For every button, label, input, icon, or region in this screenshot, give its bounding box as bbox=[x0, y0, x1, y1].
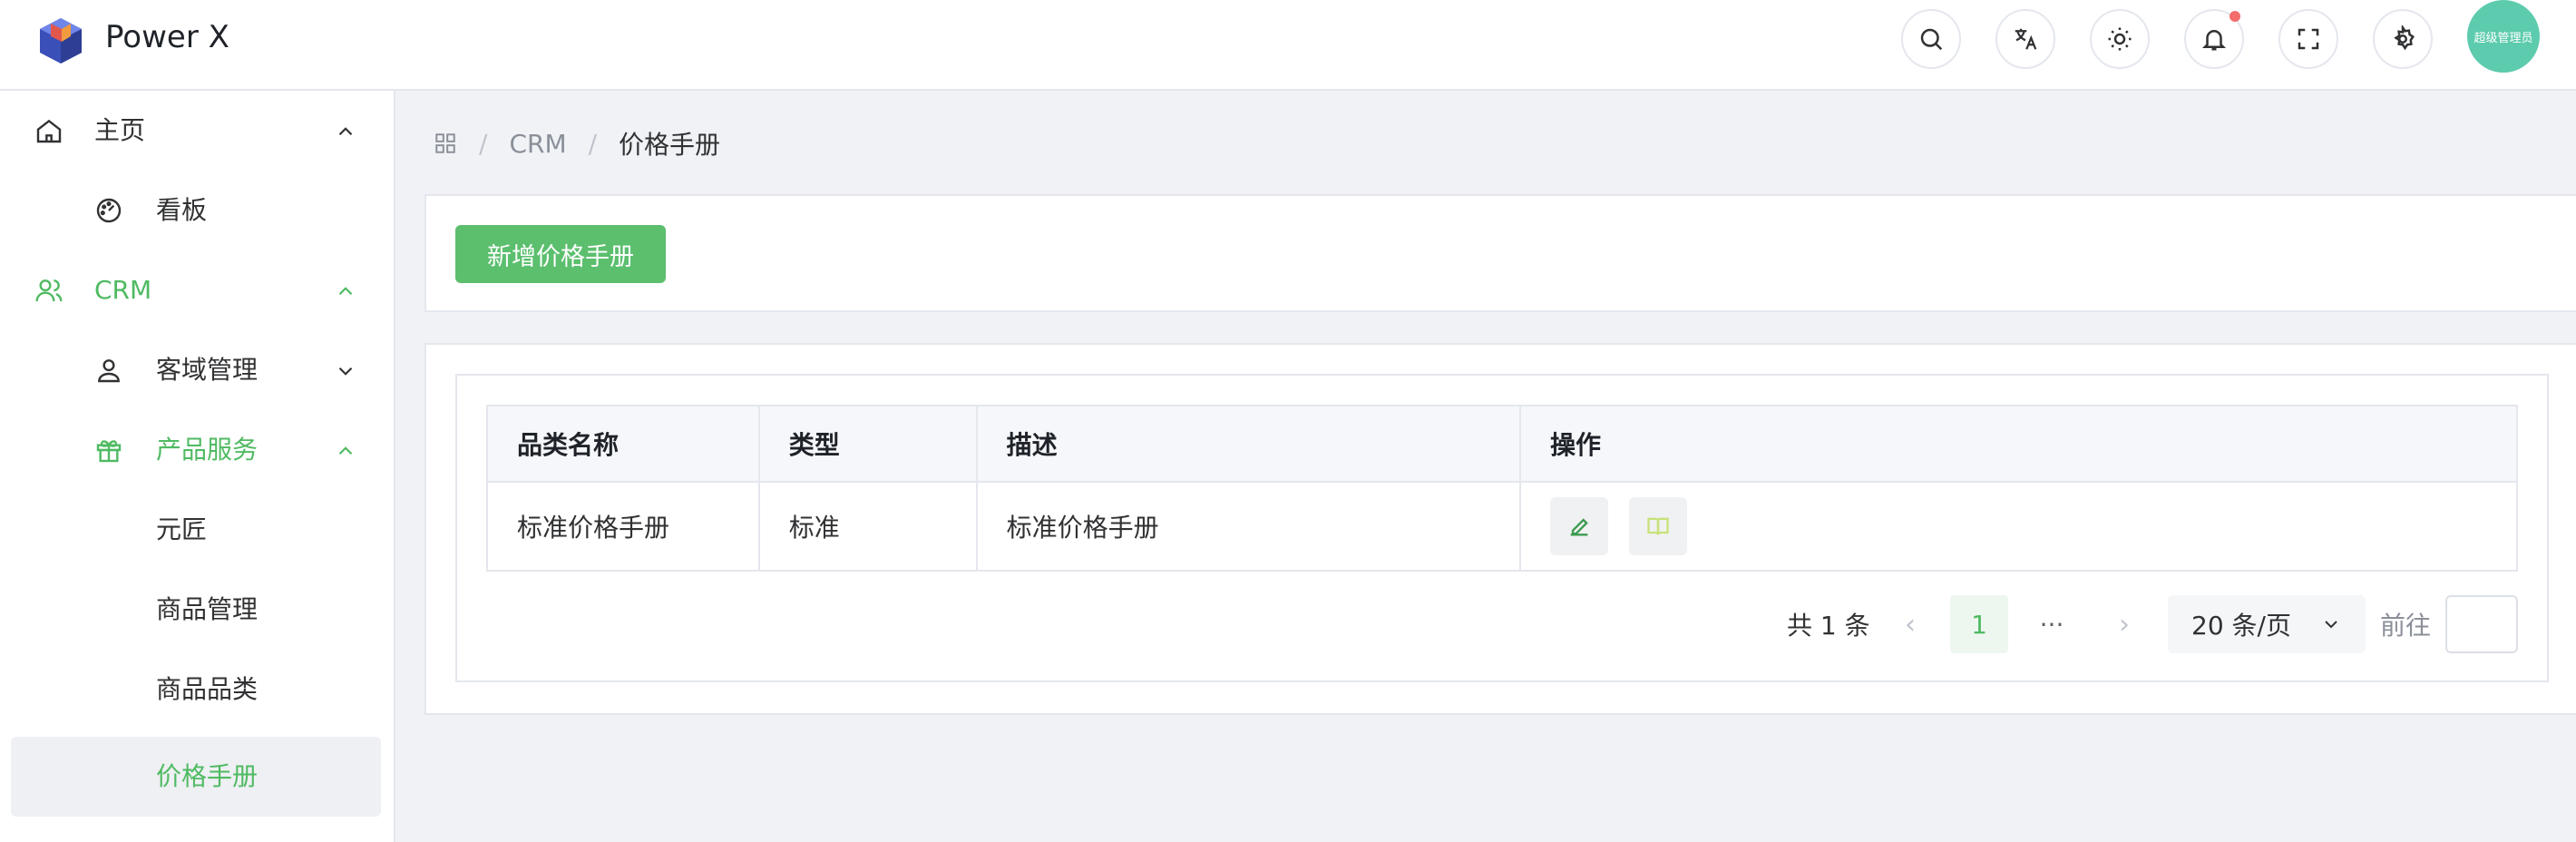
goto-page-input[interactable] bbox=[2445, 595, 2518, 653]
sidebar-item-product-category[interactable]: 商品品类 bbox=[0, 650, 395, 729]
breadcrumb-separator: / bbox=[588, 128, 598, 159]
pagination-total: 共 1 条 bbox=[1787, 611, 1870, 641]
page-size-select[interactable]: 20 条/页 bbox=[2168, 595, 2366, 653]
cell-type: 标准 bbox=[757, 481, 978, 572]
language-button[interactable] bbox=[1995, 9, 2055, 69]
chevron-down-icon bbox=[338, 367, 353, 376]
top-header: Power X 超级管理员 bbox=[0, 0, 2576, 91]
users-icon bbox=[35, 279, 63, 302]
page-number-current[interactable]: 1 bbox=[1950, 595, 2008, 653]
sidebar-item-label: 元匠 bbox=[156, 514, 208, 544]
view-book-button[interactable] bbox=[1628, 497, 1687, 555]
settings-icon bbox=[2394, 25, 2415, 51]
fullscreen-icon bbox=[2298, 28, 2319, 50]
book-icon bbox=[1647, 517, 1669, 535]
add-price-book-button[interactable]: 新增价格手册 bbox=[455, 225, 666, 283]
sidebar-item-label: 客域管理 bbox=[156, 355, 259, 385]
toolbar-card bbox=[424, 194, 2576, 312]
chevron-down-icon bbox=[2325, 621, 2337, 629]
notifications-button[interactable] bbox=[2184, 9, 2244, 69]
breadcrumb-crm[interactable]: CRM bbox=[509, 129, 566, 159]
chevron-up-icon bbox=[338, 446, 353, 455]
sidebar-item-label: 主页 bbox=[94, 115, 146, 145]
cell-actions bbox=[1519, 481, 2518, 572]
sidebar-item-label: CRM bbox=[94, 275, 152, 305]
sidebar-item-label: 看板 bbox=[156, 195, 208, 225]
chevron-up-icon bbox=[338, 127, 353, 136]
price-book-table: 品类名称 类型 描述 操作 标准价格手册 标准 标准价格手册 bbox=[486, 405, 2518, 572]
edit-button[interactable] bbox=[1550, 497, 1609, 555]
prev-page-button[interactable]: ‹ bbox=[1892, 595, 1928, 653]
notification-dot bbox=[2230, 11, 2240, 22]
sidebar-item-customer-domain[interactable]: 客域管理 bbox=[0, 330, 395, 410]
edit-icon bbox=[1570, 518, 1588, 536]
chevron-up-icon bbox=[338, 287, 353, 296]
logo-icon bbox=[40, 18, 82, 64]
fullscreen-button[interactable] bbox=[2278, 9, 2338, 69]
settings-button[interactable] bbox=[2373, 9, 2433, 69]
theme-icon bbox=[2108, 27, 2132, 51]
page-size-value: 20 条/页 bbox=[2191, 611, 2291, 641]
home-icon bbox=[36, 119, 62, 143]
column-header-actions: 操作 bbox=[1519, 405, 2518, 483]
sidebar-item-label: 商品品类 bbox=[156, 674, 259, 704]
page-more-button[interactable]: ··· bbox=[2030, 595, 2073, 653]
next-page-button[interactable]: › bbox=[2106, 595, 2142, 653]
sidebar-item-product-management[interactable]: 商品管理 bbox=[0, 570, 395, 650]
theme-button[interactable] bbox=[2090, 9, 2150, 69]
sidebar-item-crm[interactable]: CRM bbox=[0, 250, 395, 330]
sidebar-item-label: 价格手册 bbox=[156, 761, 259, 791]
user-icon bbox=[98, 359, 120, 383]
column-header-description: 描述 bbox=[975, 405, 1522, 483]
column-header-type: 类型 bbox=[757, 405, 978, 483]
breadcrumb-current: 价格手册 bbox=[619, 130, 721, 160]
avatar[interactable]: 超级管理员 bbox=[2467, 0, 2540, 73]
search-button[interactable] bbox=[1901, 9, 1961, 69]
breadcrumb-separator: / bbox=[479, 128, 488, 159]
table-row: 标准价格手册 标准 标准价格手册 bbox=[486, 481, 2518, 572]
sidebar-item-product-services[interactable]: 产品服务 bbox=[0, 410, 395, 490]
goto-label: 前往 bbox=[2380, 611, 2432, 641]
gift-icon bbox=[96, 440, 122, 463]
column-header-name: 品类名称 bbox=[486, 405, 760, 483]
sidebar-item-home[interactable]: 主页 bbox=[0, 91, 395, 171]
apps-grid-icon[interactable] bbox=[434, 132, 457, 155]
app-title: Power X bbox=[105, 19, 229, 55]
sidebar-item-label: 商品管理 bbox=[156, 594, 259, 624]
table-header-row: 品类名称 类型 描述 操作 bbox=[486, 405, 2518, 483]
sidebar-item-dashboard[interactable]: 看板 bbox=[0, 171, 395, 250]
search-icon bbox=[1920, 28, 1943, 51]
bell-icon bbox=[2201, 30, 2227, 51]
sidebar-item-label: 产品服务 bbox=[156, 435, 259, 465]
sidebar: 主页 看板 CRM 客域管理 产品服务 元匠 商品管理 商品品类 价格手册 bbox=[0, 91, 395, 842]
breadcrumb: / CRM / 价格手册 bbox=[434, 125, 720, 162]
sidebar-item-price-book[interactable]: 价格手册 bbox=[11, 737, 381, 817]
cell-description: 标准价格手册 bbox=[975, 481, 1522, 572]
translate-icon bbox=[2015, 28, 2037, 50]
cell-name: 标准价格手册 bbox=[486, 481, 760, 572]
dashboard-icon bbox=[96, 198, 122, 223]
sidebar-item-yuanjiang[interactable]: 元匠 bbox=[0, 490, 395, 570]
